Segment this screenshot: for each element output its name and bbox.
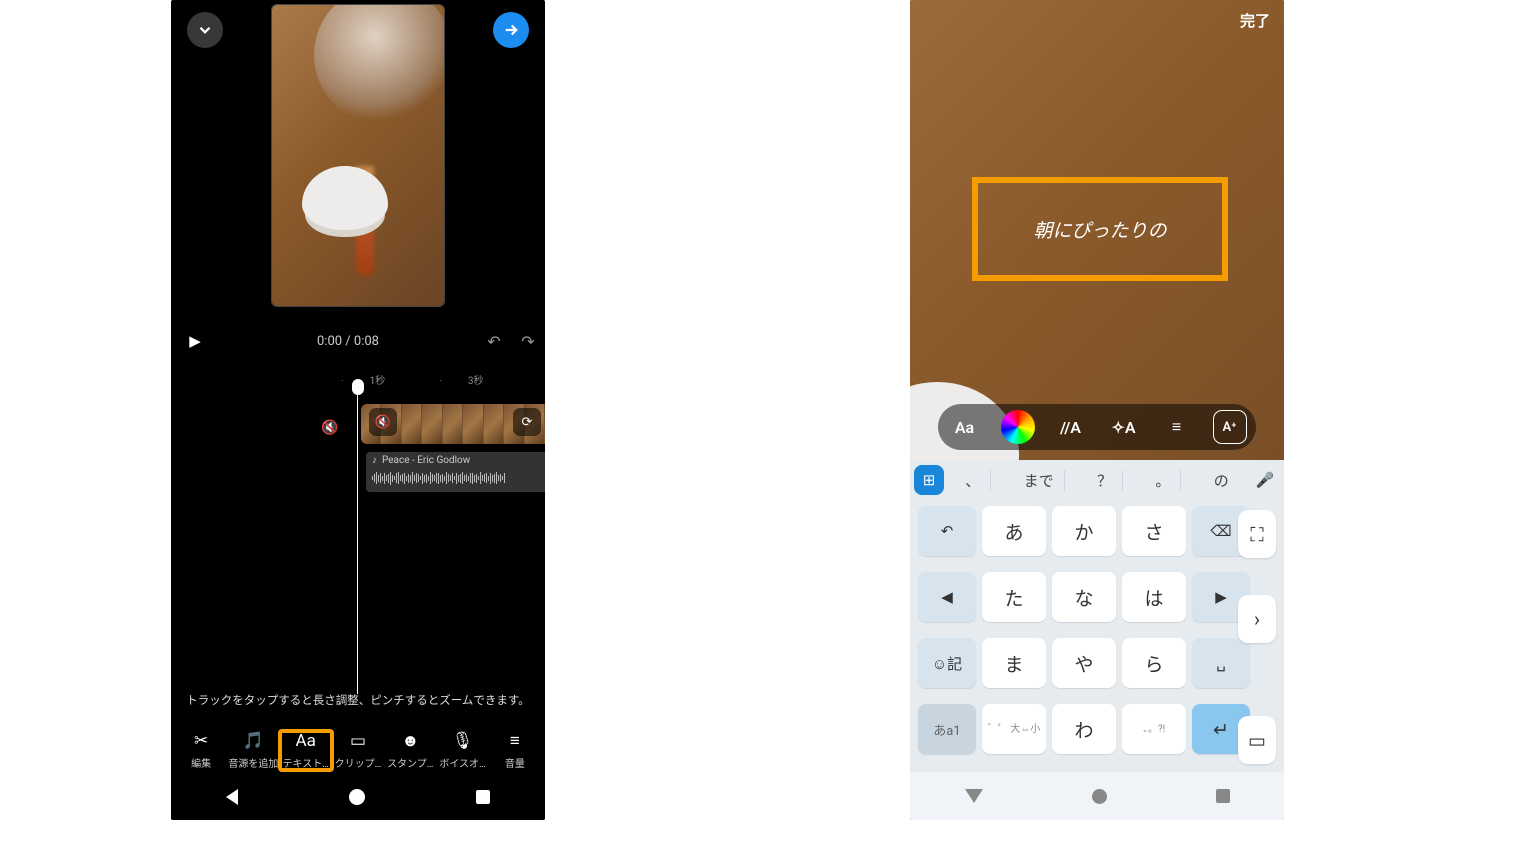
tool-row: ✂編集 🎵音源を追加 Aaテキスト… ▭クリップ… ☻スタンプ… 🎙ボイスオ… … (171, 731, 545, 770)
text-icon: Aa (280, 731, 332, 751)
tool-volume[interactable]: ≡音量 (489, 731, 541, 770)
effect-button[interactable]: ✧A (1107, 410, 1141, 444)
clip-icon: ▭ (332, 731, 384, 751)
undo-button[interactable]: ↶ (477, 332, 511, 351)
video-preview[interactable] (271, 4, 445, 307)
nav-back[interactable] (226, 789, 238, 805)
voice-input-button[interactable]: 🎤 (1250, 465, 1280, 495)
nav-home[interactable] (1092, 789, 1107, 804)
next-button[interactable] (493, 12, 529, 48)
time-display: 0:00 / 0:08 (219, 334, 477, 349)
color-button[interactable] (1001, 410, 1035, 444)
sliders-icon: ≡ (489, 731, 541, 751)
mic-icon: 🎙 (437, 731, 489, 751)
key-sa[interactable]: さ (1122, 506, 1186, 556)
playback-bar: ▶ 0:00 / 0:08 ↶ ↷ (171, 318, 545, 364)
key-ta[interactable]: た (982, 572, 1046, 622)
nav-home[interactable] (349, 789, 365, 805)
tool-text[interactable]: Aaテキスト… (280, 731, 332, 770)
nav-recent[interactable] (1216, 789, 1230, 803)
text-overlay-value: 朝にぴったりの (1033, 216, 1166, 243)
timeline[interactable]: 1秒 3秒 🔇 🔇 ⟳ ♪Peace - Eric Godlow (171, 364, 545, 694)
align-button[interactable]: ≡ (1160, 410, 1194, 444)
clip-mute-icon[interactable]: 🔇 (369, 408, 397, 436)
key-mode-switch[interactable]: あa1 (918, 704, 976, 754)
done-button[interactable]: 完了 (1240, 10, 1270, 31)
music-icon: ♪ (372, 455, 377, 466)
suggestion[interactable]: ？ (1087, 470, 1123, 491)
key-dakuten[interactable]: ゛゜ 大⇔小 (982, 704, 1046, 754)
key-ha[interactable]: は (1122, 572, 1186, 622)
preview-area (171, 0, 545, 318)
audio-track[interactable]: ♪ Peace - Eric Godlow (366, 452, 545, 492)
key-emoji[interactable]: ☺記 (918, 638, 976, 688)
suggestion[interactable]: の (1204, 470, 1239, 491)
text-entry-screen: 完了 朝にぴったりの Aa //A ✧A ≡ A⁺ ⊞ 、 まで ？ 。 (910, 0, 1284, 820)
key-left[interactable]: ◀ (918, 572, 976, 622)
clip-settings-icon[interactable]: ⟳ (513, 408, 541, 436)
audio-track-label: Peace - Eric Godlow (382, 455, 470, 466)
hint-text: トラックをタップすると長さ調整、ピンチするとズームできます。 (171, 692, 545, 708)
key-na[interactable]: な (1052, 572, 1116, 622)
font-button[interactable]: Aa (948, 410, 982, 444)
close-button[interactable] (187, 12, 223, 48)
keyboard-menu-button[interactable]: ⊞ (914, 465, 944, 495)
suggestion[interactable]: 。 (1145, 470, 1181, 491)
tool-voiceover[interactable]: 🎙ボイスオ… (437, 731, 489, 770)
suggestion-row: ⊞ 、 まで ？ 。 の 🎤 (910, 460, 1284, 500)
key-undo[interactable]: ↶ (918, 506, 976, 556)
key-ka[interactable]: か (1052, 506, 1116, 556)
stamp-icon: ☻ (384, 731, 436, 751)
text-style-bar: Aa //A ✧A ≡ A⁺ (938, 404, 1256, 450)
suggestion[interactable]: まで (1014, 470, 1065, 491)
key-ya[interactable]: や (1052, 638, 1116, 688)
story-canvas[interactable]: 完了 朝にぴったりの Aa //A ✧A ≡ A⁺ (910, 0, 1284, 460)
key-ra[interactable]: ら (1122, 638, 1186, 688)
video-editor-screen: ▶ 0:00 / 0:08 ↶ ↷ 1秒 3秒 🔇 🔇 ⟳ ♪Peace - E… (171, 0, 545, 820)
music-icon: 🎵 (227, 731, 279, 751)
key-punct[interactable]: 、。?! (1122, 704, 1186, 754)
redo-button[interactable]: ↷ (511, 332, 545, 351)
android-nav-bar (171, 774, 545, 820)
ime-keyboard: ⊞ 、 まで ？ 。 の 🎤 ↶ あ か さ ⌫ ◀ た な (910, 460, 1284, 772)
nav-recent[interactable] (476, 790, 490, 804)
key-more[interactable]: › (1238, 595, 1276, 643)
tool-add-audio[interactable]: 🎵音源を追加 (227, 731, 279, 770)
suggestion[interactable]: 、 (955, 470, 991, 491)
tool-edit[interactable]: ✂編集 (175, 731, 227, 770)
playhead[interactable] (357, 384, 358, 694)
tick-label: 3秒 (439, 372, 483, 387)
tool-clip[interactable]: ▭クリップ… (332, 731, 384, 770)
key-wa[interactable]: わ (1052, 704, 1116, 754)
waveform (372, 470, 545, 486)
tool-stamp[interactable]: ☻スタンプ… (384, 731, 436, 770)
key-a[interactable]: あ (982, 506, 1046, 556)
key-expand[interactable]: ⛶ (1238, 510, 1276, 558)
key-ma[interactable]: ま (982, 638, 1046, 688)
key-space[interactable]: ␣ (1192, 638, 1250, 688)
text-overlay-input[interactable]: 朝にぴったりの (978, 183, 1222, 275)
style-italic-button[interactable]: //A (1054, 410, 1088, 444)
key-grid: ↶ あ か さ ⌫ ◀ た な は ▶ ☺記 ま や ら ␣ あa1 ゛゜ 大⇔… (910, 500, 1284, 772)
animation-button[interactable]: A⁺ (1213, 410, 1247, 444)
scissors-icon: ✂ (175, 731, 227, 751)
nav-back[interactable] (965, 789, 983, 803)
mute-icon[interactable]: 🔇 (321, 420, 338, 436)
play-button[interactable]: ▶ (171, 332, 219, 350)
key-resize[interactable]: ▭ (1238, 716, 1276, 764)
android-nav-bar (910, 772, 1284, 820)
